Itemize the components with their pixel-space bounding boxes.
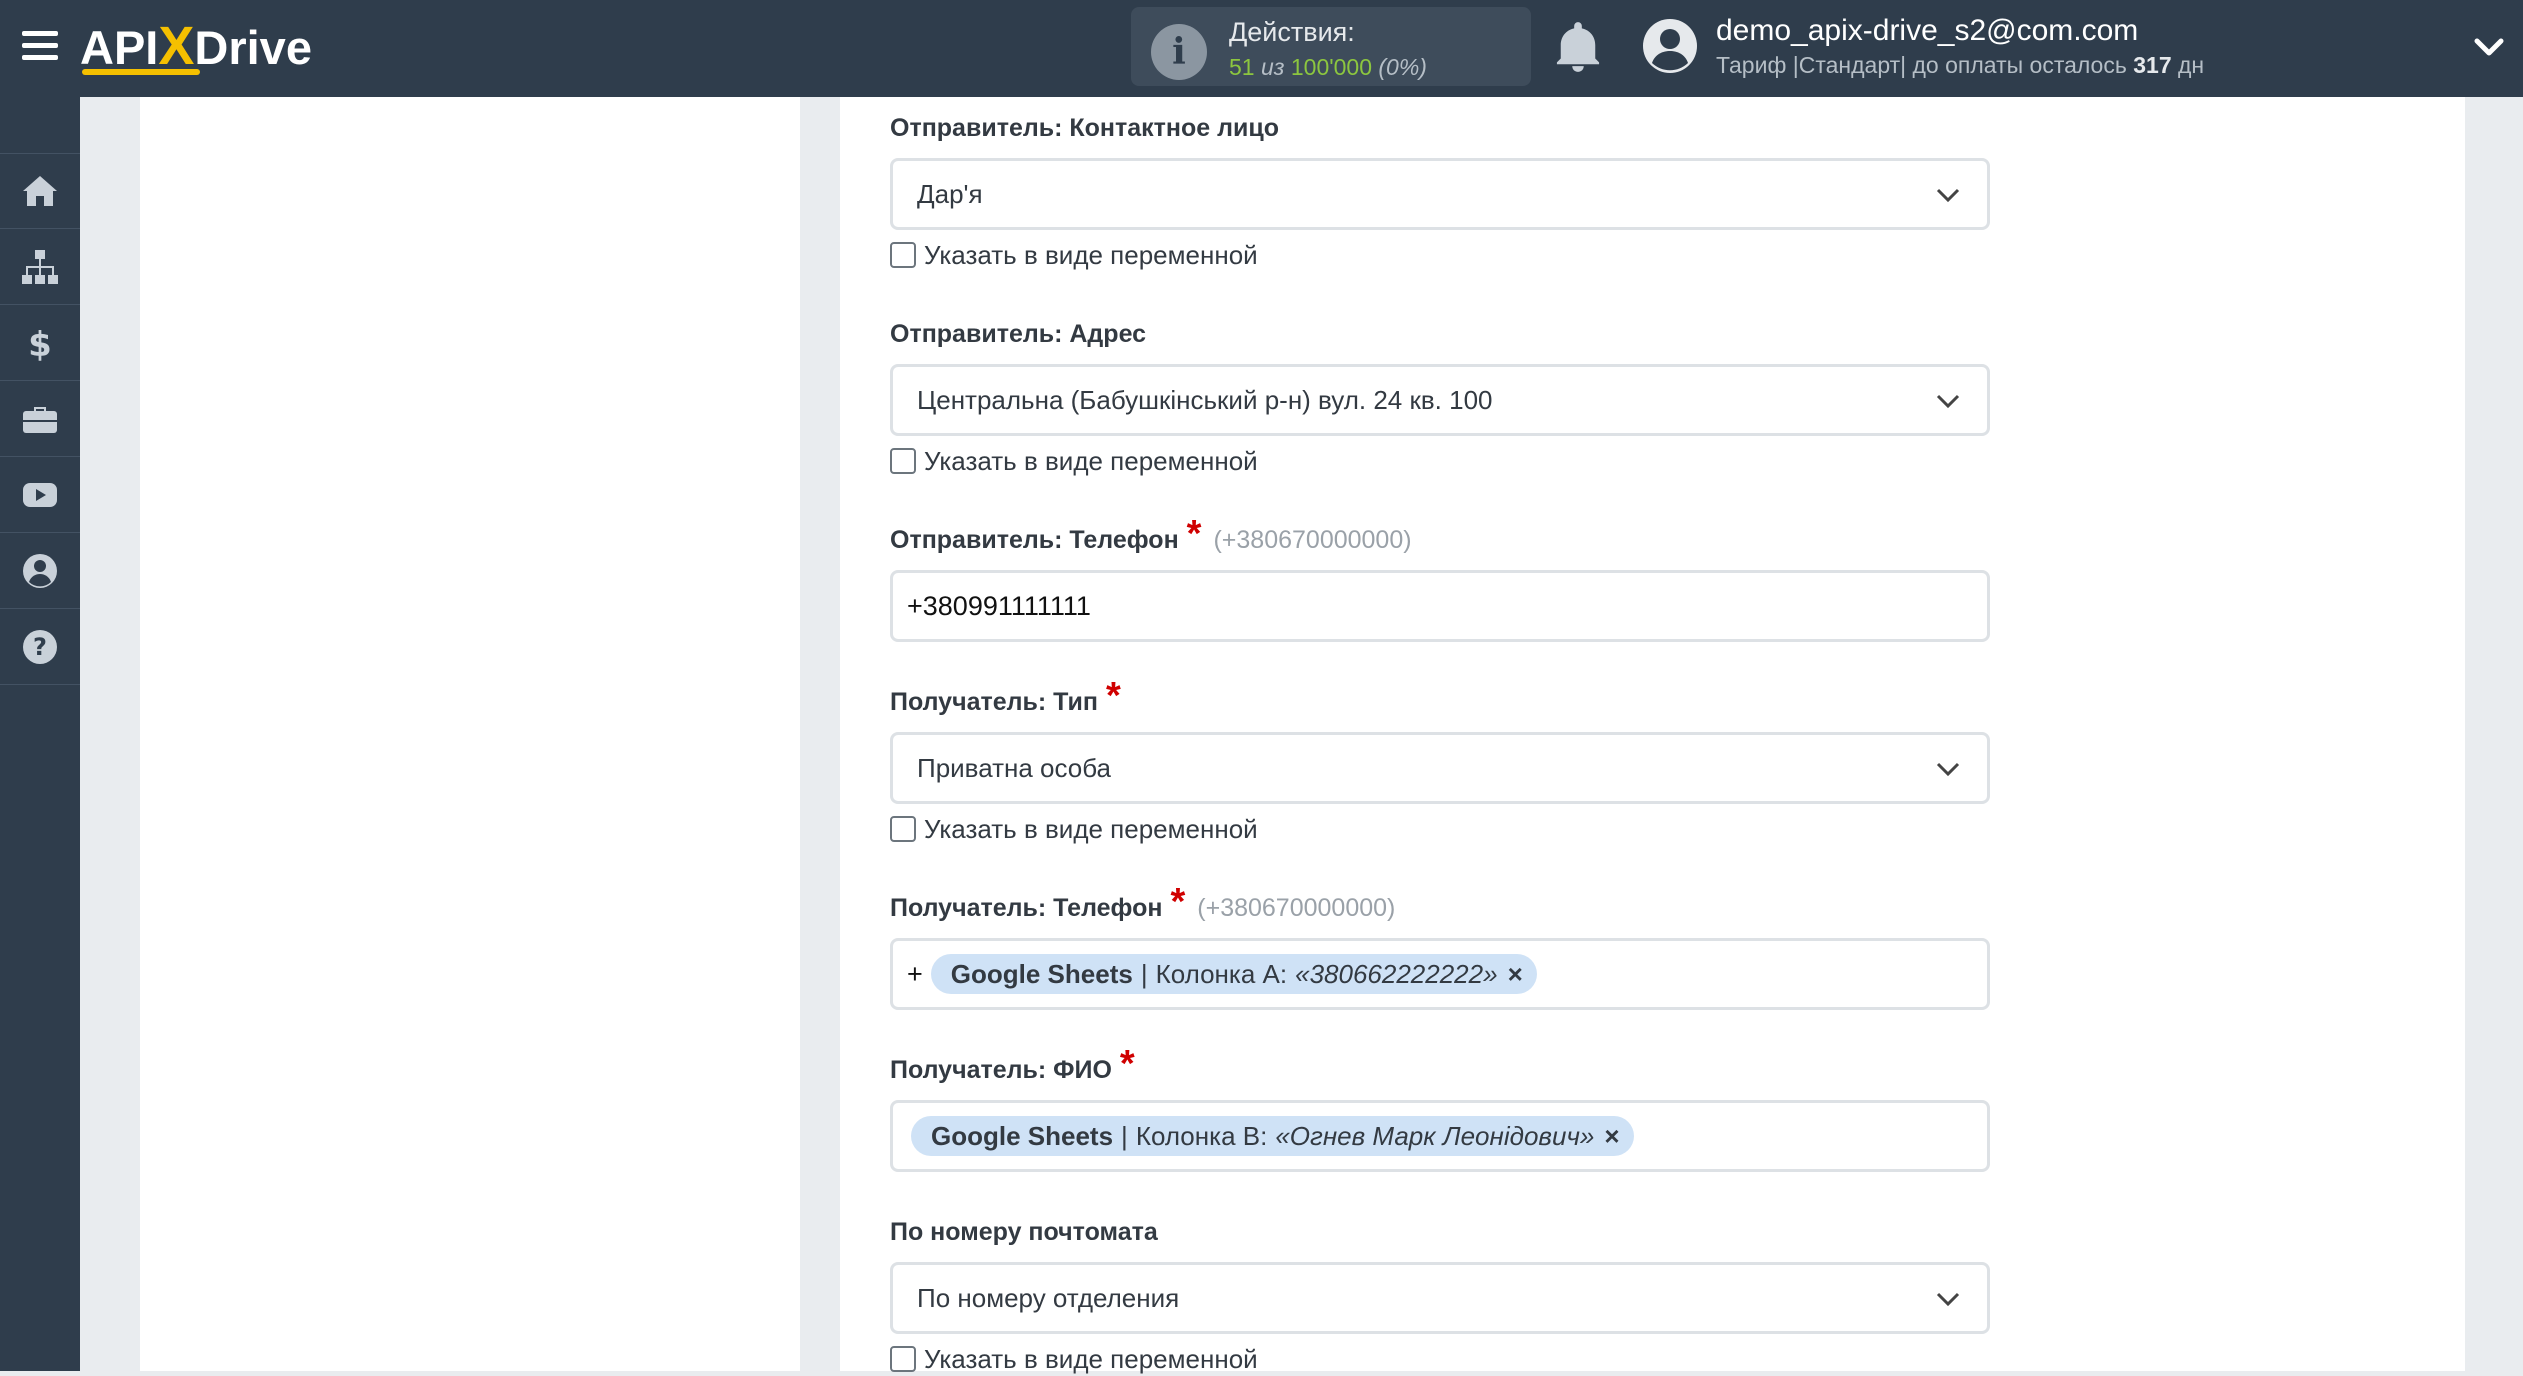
sender-contact-select[interactable]: Дар'я <box>890 158 1990 230</box>
chevron-down-icon <box>1936 1292 1960 1307</box>
left-panel <box>140 97 800 1371</box>
info-icon: i <box>1151 24 1207 80</box>
recipient-name-field: Получатель: ФИО * Google Sheets | Колонк… <box>890 1042 1990 1172</box>
field-label: Отправитель: Контактное лицо <box>890 113 1280 142</box>
variable-checkbox-row: Указать в виде переменной <box>890 444 1990 478</box>
postomat-field: По номеру почтомата По номеру отделения … <box>890 1214 1990 1376</box>
recipient-type-select[interactable]: Приватна особа <box>890 732 1990 804</box>
youtube-icon <box>23 482 57 507</box>
sidebar-item-connections[interactable] <box>0 229 80 305</box>
briefcase-icon <box>23 406 57 433</box>
actions-usage: 51 из 100'000 (0%) <box>1229 54 1427 80</box>
svg-text:$: $ <box>28 325 52 363</box>
field-label: Получатель: ФИО * <box>890 1042 1135 1085</box>
postomat-select[interactable]: По номеру отделения <box>890 1262 1990 1334</box>
variable-checkbox-row: Указать в виде переменной <box>890 238 1990 272</box>
field-hint: (+380670000000) <box>1213 525 1412 554</box>
user-circle-icon <box>23 553 57 588</box>
sender-phone-input[interactable]: +380991111111 <box>890 570 1990 642</box>
sidebar: $ ? <box>0 97 80 1371</box>
question-icon: ? <box>23 629 57 664</box>
field-label: Отправитель: Адрес <box>890 319 1147 348</box>
field-label: Получатель: Телефон * (+380670000000) <box>890 880 1396 923</box>
home-icon <box>23 176 57 206</box>
required-mark: * <box>1119 1042 1135 1085</box>
variable-checkbox[interactable] <box>890 448 916 474</box>
field-label: Получатель: Тип * <box>890 674 1121 717</box>
field-hint: (+380670000000) <box>1197 893 1396 922</box>
checkbox-label: Указать в виде переменной <box>924 445 1258 476</box>
checkbox-label: Указать в виде переменной <box>924 1343 1258 1374</box>
remove-tag-icon[interactable]: × <box>1508 959 1523 990</box>
svg-text:?: ? <box>33 633 47 661</box>
actions-counter[interactable]: i Действия: 51 из 100'000 (0%) <box>1131 7 1531 86</box>
logo[interactable]: APIXDrive <box>80 14 312 78</box>
sender-address-select[interactable]: Центральна (Бабушкінський р-н) вул. 24 к… <box>890 364 1990 436</box>
sitemap-icon <box>22 249 58 284</box>
dollar-icon: $ <box>28 325 52 363</box>
avatar-icon[interactable] <box>1642 18 1698 74</box>
recipient-name-input[interactable]: Google Sheets | Колонка B: «Огнев Марк Л… <box>890 1100 1990 1172</box>
chevron-down-icon <box>1936 188 1960 203</box>
chevron-down-icon <box>1936 394 1960 409</box>
recipient-phone-field: Получатель: Телефон * (+380670000000) + … <box>890 880 1990 1010</box>
variable-checkbox[interactable] <box>890 1346 916 1372</box>
variable-checkbox-row: Указать в виде переменной <box>890 812 1990 846</box>
top-bar: APIXDrive i Действия: 51 из 100'000 (0%)… <box>0 0 2523 97</box>
sidebar-item-video[interactable] <box>0 457 80 533</box>
sidebar-item-billing[interactable]: $ <box>0 305 80 381</box>
sender-contact-field: Отправитель: Контактное лицо Дар'я Указа… <box>890 110 1990 272</box>
remove-tag-icon[interactable]: × <box>1604 1121 1619 1152</box>
checkbox-label: Указать в виде переменной <box>924 239 1258 270</box>
required-mark: * <box>1186 512 1202 555</box>
phone-prefix: + <box>907 958 923 989</box>
user-plan: Тариф |Стандарт| до оплаты осталось 317 … <box>1716 52 2205 78</box>
required-mark: * <box>1170 880 1186 923</box>
sidebar-item-services[interactable] <box>0 381 80 457</box>
sidebar-item-home[interactable] <box>0 153 80 229</box>
actions-title: Действия: <box>1229 17 1355 47</box>
sidebar-item-help[interactable]: ? <box>0 609 80 685</box>
sender-phone-field: Отправитель: Телефон * (+380670000000) +… <box>890 512 1990 642</box>
menu-icon[interactable] <box>22 31 58 61</box>
variable-checkbox[interactable] <box>890 816 916 842</box>
checkbox-label: Указать в виде переменной <box>924 813 1258 844</box>
chevron-down-icon[interactable] <box>2473 33 2505 61</box>
sender-address-field: Отправитель: Адрес Центральна (Бабушкінс… <box>890 316 1990 478</box>
user-email[interactable]: demo_apix-drive_s2@com.com <box>1716 14 2138 48</box>
variable-checkbox[interactable] <box>890 242 916 268</box>
field-label: Отправитель: Телефон * (+380670000000) <box>890 512 1412 555</box>
bell-icon[interactable] <box>1555 22 1601 72</box>
recipient-type-field: Получатель: Тип * Приватна особа Указать… <box>890 674 1990 846</box>
recipient-phone-input[interactable]: + Google Sheets | Колонка A: «3806622222… <box>890 938 1990 1010</box>
field-label: По номеру почтомата <box>890 1217 1158 1246</box>
chevron-down-icon <box>1936 762 1960 777</box>
sidebar-item-account[interactable] <box>0 533 80 609</box>
variable-tag[interactable]: Google Sheets | Колонка A: «380662222222… <box>930 954 1537 994</box>
logo-text: APIXDrive <box>80 16 312 76</box>
required-mark: * <box>1105 674 1121 717</box>
variable-tag[interactable]: Google Sheets | Колонка B: «Огнев Марк Л… <box>911 1116 1634 1156</box>
